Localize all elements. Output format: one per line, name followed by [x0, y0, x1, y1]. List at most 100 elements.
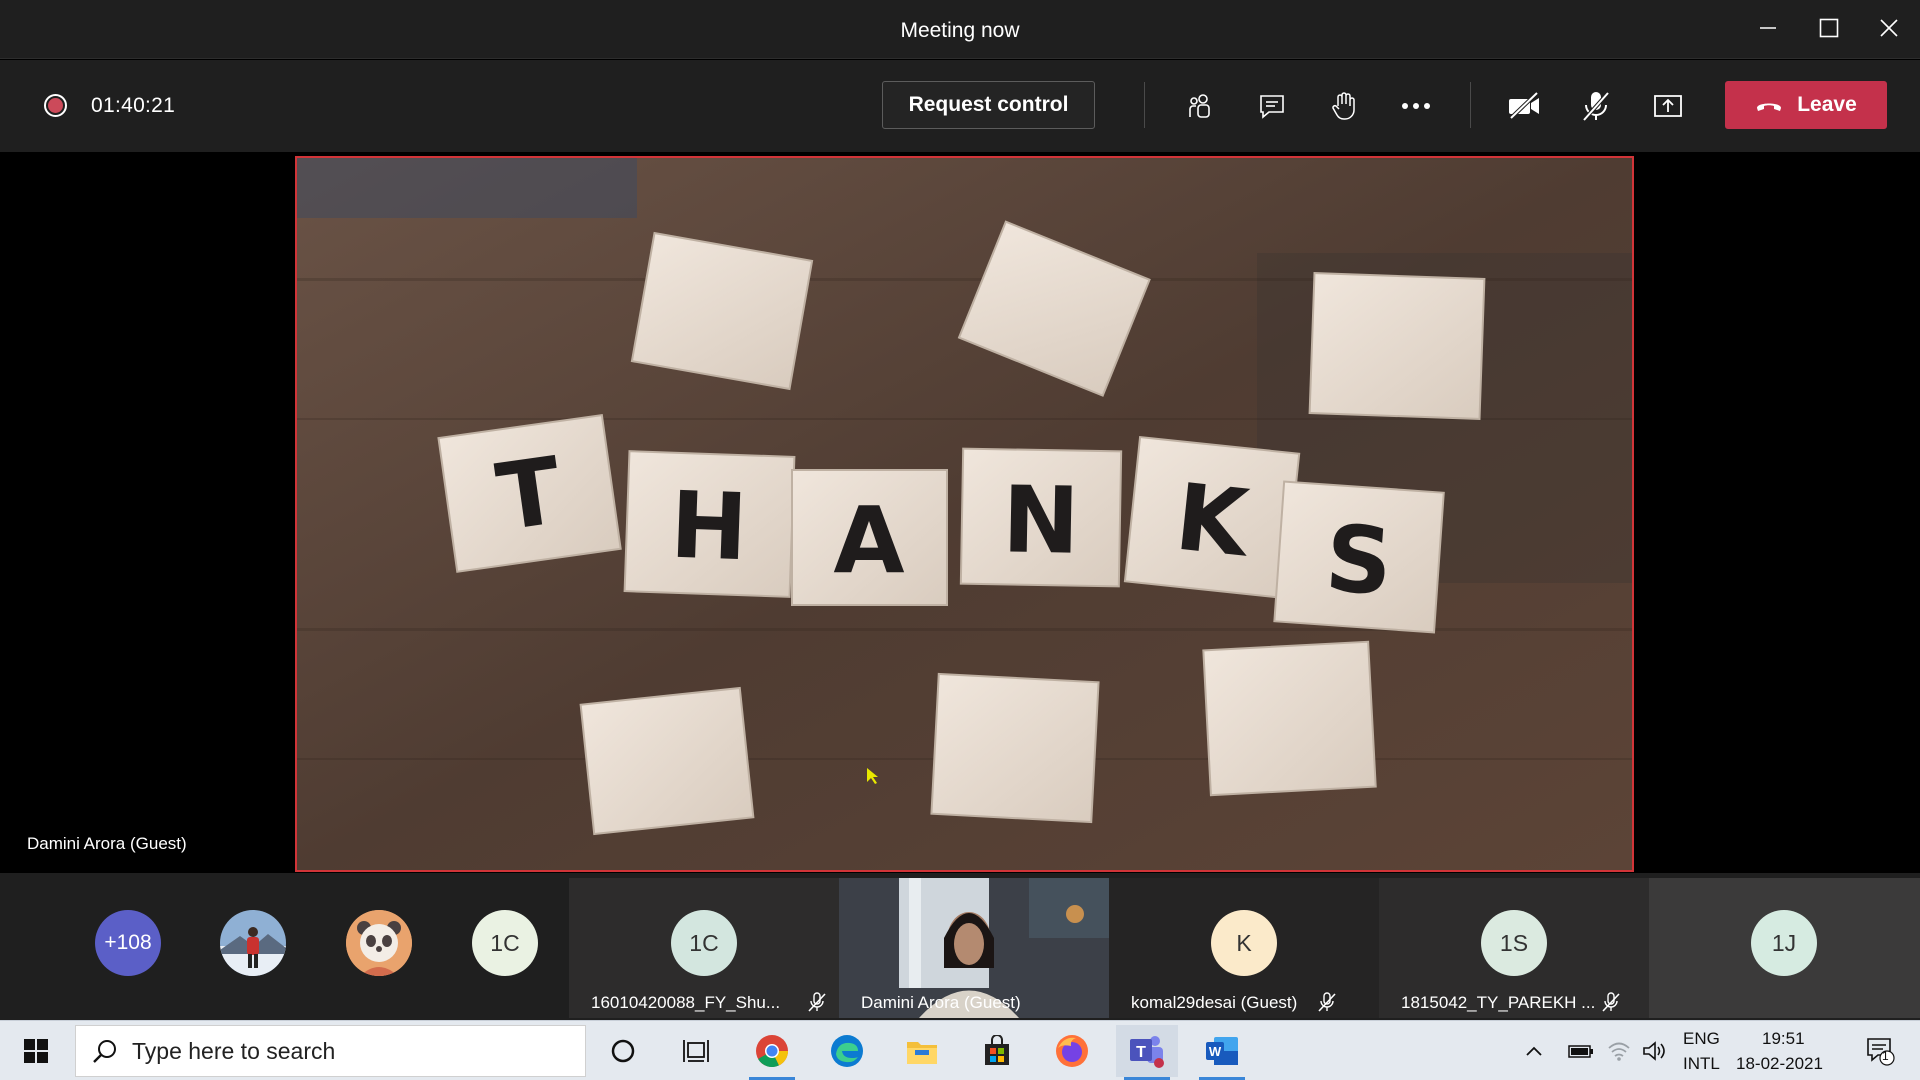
network-indicator[interactable]: [1604, 1025, 1634, 1077]
svg-text:N: N: [1002, 466, 1081, 574]
close-button[interactable]: [1866, 8, 1912, 48]
svg-text:T: T: [1136, 1044, 1146, 1061]
share-screen-icon: [1654, 95, 1682, 117]
participant-tile[interactable]: 1S 1815042_TY_PAREKH ...: [1379, 878, 1649, 1018]
mic-muted-icon: [1602, 992, 1620, 1012]
windows-taskbar: T W: [0, 1020, 1920, 1080]
participant-video-tile[interactable]: Damini Arora (Guest): [839, 878, 1109, 1018]
leave-button[interactable]: Leave: [1725, 81, 1887, 129]
keyboard-layout[interactable]: INTL: [1683, 1054, 1720, 1074]
camera-off-icon: [1509, 91, 1539, 120]
microphone-toggle-button[interactable]: [1572, 82, 1620, 130]
chrome-taskbar-button[interactable]: [741, 1025, 803, 1080]
folder-icon: [907, 1042, 937, 1064]
participant-name: 16010420088_FY_Shu...: [591, 993, 781, 1012]
participant-tile[interactable]: 1J: [1649, 878, 1920, 1018]
camera-toggle-button[interactable]: [1500, 82, 1548, 130]
participants-button[interactable]: [1176, 82, 1224, 130]
firefox-icon: [1056, 1035, 1088, 1067]
microphone-off-icon: [1582, 91, 1610, 122]
cortana-icon: [611, 1039, 635, 1063]
input-language[interactable]: ENG: [1683, 1029, 1720, 1049]
participant-initials: 1J: [1751, 910, 1817, 976]
clock-date[interactable]: 18-02-2021: [1736, 1054, 1823, 1074]
word-icon: W: [1206, 1037, 1238, 1065]
minimize-icon: [1760, 27, 1776, 29]
participant-tile[interactable]: 1C 16010420088_FY_Shu...: [569, 878, 839, 1018]
clock-time[interactable]: 19:51: [1762, 1029, 1805, 1049]
hang-up-icon: [1757, 103, 1782, 111]
task-view-button[interactable]: [665, 1025, 727, 1077]
panda-avatar-icon: [346, 910, 412, 976]
participant-avatar[interactable]: [346, 910, 412, 976]
mic-muted-icon: [1318, 992, 1336, 1012]
title-bar: Meeting now: [0, 0, 1920, 59]
chrome-icon: [756, 1035, 788, 1068]
svg-text:H: H: [669, 472, 750, 582]
chevron-up-icon: [1526, 1046, 1542, 1056]
edge-taskbar-button[interactable]: [816, 1025, 878, 1077]
firefox-taskbar-button[interactable]: [1041, 1025, 1103, 1077]
cortana-button[interactable]: [592, 1025, 654, 1077]
svg-text:S: S: [1322, 505, 1396, 616]
recording-icon: [44, 94, 67, 117]
participant-avatar[interactable]: [220, 910, 286, 976]
more-participants-button[interactable]: +108: [95, 910, 161, 976]
mic-muted-icon: [808, 992, 826, 1012]
task-view-icon: [683, 1040, 709, 1062]
window-title: Meeting now: [900, 19, 1020, 42]
svg-text:A: A: [833, 487, 904, 594]
close-icon: [1880, 19, 1898, 37]
battery-indicator[interactable]: [1566, 1025, 1596, 1077]
person-photo-icon: [220, 910, 286, 976]
meeting-timer: 01:40:21: [91, 94, 176, 117]
minimize-button[interactable]: [1745, 8, 1791, 48]
participant-initials: 1C: [671, 910, 737, 976]
request-control-button[interactable]: Request control: [882, 81, 1095, 129]
participant-name: 1815042_TY_PAREKH ...: [1401, 993, 1596, 1012]
participant-avatar[interactable]: 1C: [472, 910, 538, 976]
divider: [1470, 82, 1471, 128]
participant-gallery: +108 1C 1C 16010420088_FY_Shu... Damini …: [0, 873, 1920, 1020]
raise-hand-icon: [1332, 92, 1355, 120]
wifi-icon: [1608, 1042, 1630, 1061]
file-explorer-taskbar-button[interactable]: [891, 1025, 953, 1077]
action-center-button[interactable]: 1: [1855, 1025, 1905, 1077]
meeting-controls-bar: 01:40:21 Request control Leave: [0, 60, 1920, 152]
shared-content-view[interactable]: T H A N K S: [295, 156, 1634, 872]
participant-tile[interactable]: K komal29desai (Guest): [1109, 878, 1379, 1018]
start-button[interactable]: [0, 1021, 72, 1080]
raise-hand-button[interactable]: [1320, 82, 1368, 130]
share-screen-button[interactable]: [1644, 82, 1692, 130]
edge-icon: [831, 1035, 863, 1067]
show-hidden-icons-button[interactable]: [1520, 1025, 1548, 1077]
notification-count: 1: [1882, 1049, 1889, 1063]
store-icon: [985, 1035, 1009, 1065]
teams-icon: T: [1130, 1036, 1164, 1068]
maximize-icon: [1819, 18, 1839, 38]
notification-icon: [1867, 1038, 1895, 1066]
participants-icon: [1189, 94, 1210, 118]
volume-control[interactable]: [1640, 1025, 1670, 1077]
chat-icon: [1260, 95, 1284, 119]
participant-name: komal29desai (Guest): [1131, 993, 1298, 1012]
maximize-button[interactable]: [1806, 8, 1852, 48]
participant-initials: 1S: [1481, 910, 1547, 976]
participant-initials: K: [1211, 910, 1277, 976]
divider: [1144, 82, 1145, 128]
teams-taskbar-button[interactable]: T: [1116, 1025, 1178, 1080]
battery-icon: [1568, 1045, 1593, 1058]
teams-window: Meeting now 01:40:21 Request control Lea…: [0, 0, 1920, 1080]
more-actions-button[interactable]: [1392, 82, 1440, 130]
main-video-area: T H A N K S Damini Arora (Guest): [5, 153, 1915, 873]
participant-name: Damini Arora (Guest): [861, 993, 1021, 1012]
search-input[interactable]: [132, 1026, 572, 1076]
chat-button[interactable]: [1248, 82, 1296, 130]
svg-text:W: W: [1209, 1044, 1222, 1059]
presenter-name-label: Damini Arora (Guest): [27, 834, 187, 853]
more-icon: [1402, 103, 1430, 109]
word-taskbar-button[interactable]: W: [1191, 1025, 1253, 1080]
microsoft-store-taskbar-button[interactable]: [966, 1025, 1028, 1077]
taskbar-search-box[interactable]: [75, 1025, 586, 1077]
windows-logo-icon: [24, 1039, 48, 1063]
